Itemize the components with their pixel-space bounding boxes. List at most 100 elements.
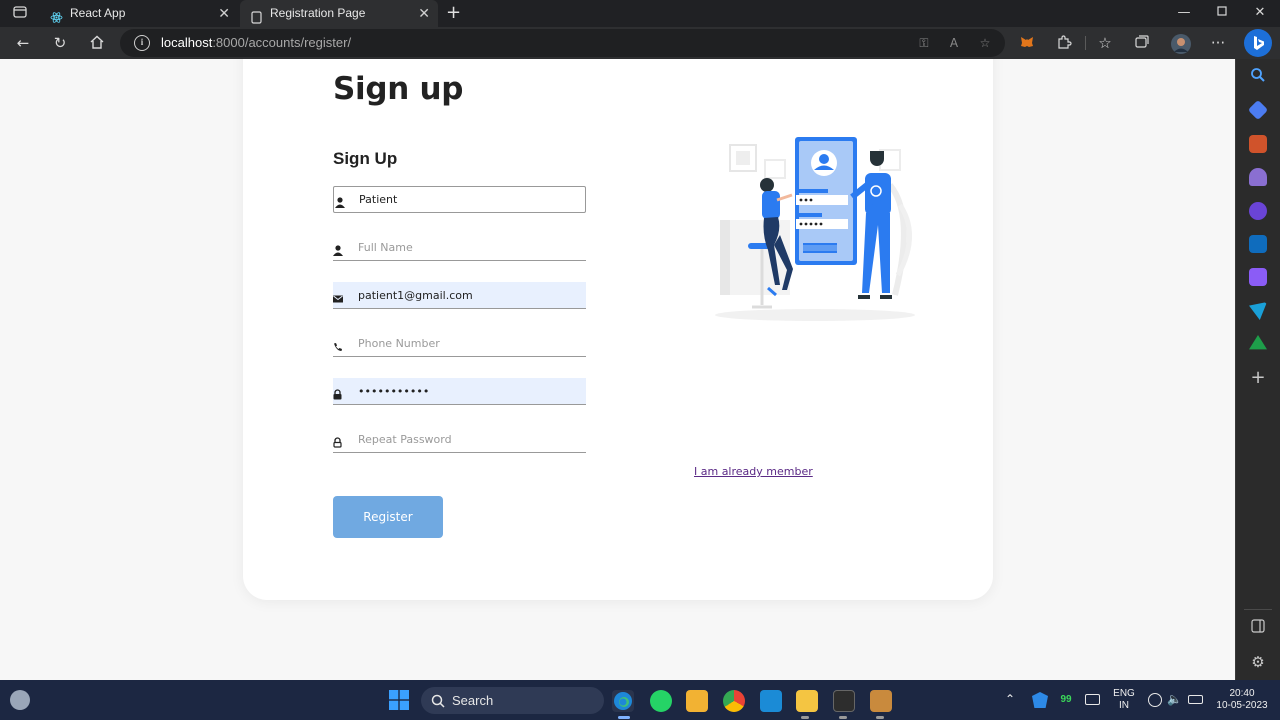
lock-icon <box>333 385 345 400</box>
folder-icon[interactable] <box>796 690 818 712</box>
tab-title: Registration Page <box>270 6 366 20</box>
form-title: Sign Up <box>333 149 398 168</box>
envelope-icon <box>333 289 345 303</box>
email-input[interactable] <box>358 282 578 308</box>
phone-field <box>333 330 586 357</box>
taskbar-search-label: Search <box>452 693 494 708</box>
url-path: :8000/accounts/register/ <box>212 35 352 50</box>
windows-taskbar: Search ⌃ 99 ENG IN 🔈 20:40 10-05-2023 <box>0 680 1280 720</box>
page-icon <box>250 7 263 24</box>
url-host: localhost <box>161 35 213 50</box>
react-logo-icon <box>50 7 63 23</box>
key-icon[interactable]: ⚿ <box>916 35 932 51</box>
language-indicator[interactable]: ENG IN <box>1110 688 1138 712</box>
microsoft-365-icon[interactable] <box>1249 202 1267 220</box>
register-button[interactable]: Register <box>333 496 443 538</box>
lock-outline-icon <box>333 433 345 448</box>
metamask-extension-icon[interactable] <box>1018 34 1036 52</box>
signup-illustration <box>690 125 940 325</box>
file-explorer-icon[interactable] <box>686 690 708 712</box>
outlook-icon[interactable] <box>1249 235 1267 253</box>
address-bar[interactable]: i localhost:8000/accounts/register/ ⚿ A … <box>120 29 1005 57</box>
profile-avatar[interactable] <box>1171 34 1191 54</box>
minimize-icon[interactable]: — <box>1176 5 1192 21</box>
hide-sidebar-icon[interactable] <box>1249 619 1267 637</box>
games-icon[interactable] <box>1249 168 1267 186</box>
password-field <box>333 378 586 405</box>
read-aloud-icon[interactable]: A <box>946 35 962 51</box>
running-app-indicator <box>801 716 809 719</box>
tab-title: React App <box>70 6 126 20</box>
close-tab-icon[interactable]: ✕ <box>218 0 230 27</box>
url-text: localhost:8000/accounts/register/ <box>161 29 351 57</box>
close-window-icon[interactable]: ✕ <box>1252 5 1268 21</box>
tree-icon[interactable] <box>1249 335 1267 350</box>
page-title: Sign up <box>333 71 464 107</box>
edge-sidebar: + ⚙ <box>1235 59 1280 680</box>
package-icon[interactable] <box>870 690 892 712</box>
tray-badge[interactable]: 99 <box>1058 694 1074 706</box>
phone-input[interactable] <box>358 330 578 356</box>
edge-app-icon[interactable] <box>612 690 634 712</box>
role-select-value: Patient <box>359 193 398 206</box>
add-icon[interactable]: + <box>1249 369 1267 387</box>
browser-toolbar: ← ↻ i localhost:8000/accounts/register/ … <box>0 27 1280 59</box>
role-select[interactable]: Patient <box>333 186 586 213</box>
network-globe-icon[interactable] <box>1148 693 1162 707</box>
windows-start-icon[interactable] <box>389 690 409 710</box>
full-name-field <box>333 234 586 261</box>
defender-shield-icon[interactable] <box>1032 692 1048 708</box>
maximize-icon[interactable] <box>1214 5 1230 21</box>
back-icon[interactable]: ← <box>14 34 32 52</box>
tab-react-app[interactable]: React App ✕ <box>40 0 238 27</box>
language-code: ENG <box>1113 688 1135 699</box>
terminal-icon[interactable] <box>833 690 855 712</box>
site-info-icon[interactable]: i <box>134 35 150 51</box>
more-options-icon[interactable]: ··· <box>1209 34 1227 52</box>
settings-gear-icon[interactable]: ⚙ <box>1249 653 1267 671</box>
toolbar-divider <box>1085 36 1086 50</box>
clock[interactable]: 20:40 10-05-2023 <box>1212 688 1272 712</box>
tab-actions-icon[interactable] <box>12 5 28 21</box>
home-icon[interactable] <box>88 34 106 52</box>
refresh-icon[interactable]: ↻ <box>51 34 69 52</box>
full-name-input[interactable] <box>358 234 578 260</box>
shopping-tag-icon[interactable] <box>1247 99 1269 121</box>
designer-icon[interactable] <box>1249 268 1267 286</box>
person-icon <box>335 193 347 208</box>
search-icon[interactable] <box>1249 67 1267 85</box>
active-app-indicator <box>618 716 630 719</box>
new-tab-icon[interactable]: + <box>446 4 462 22</box>
person-icon <box>333 241 345 256</box>
browser-tab-bar: React App ✕ Registration Page ✕ + — ✕ <box>0 0 1280 27</box>
password-input[interactable] <box>358 378 578 404</box>
tools-briefcase-icon[interactable] <box>1249 135 1267 153</box>
repeat-password-field <box>333 426 586 453</box>
page-viewport: Sign up Sign Up Patient Full Name patien… <box>0 59 1235 680</box>
extensions-icon[interactable] <box>1055 34 1073 52</box>
taskbar-search[interactable]: Search <box>421 687 604 714</box>
weather-icon[interactable] <box>10 690 30 710</box>
keyboard-icon[interactable] <box>1085 694 1100 705</box>
sidebar-divider <box>1244 609 1272 610</box>
close-tab-icon[interactable]: ✕ <box>418 0 430 27</box>
chrome-icon[interactable] <box>723 690 745 712</box>
running-app-indicator <box>876 716 884 719</box>
already-member-link[interactable]: I am already member <box>694 465 813 478</box>
tab-registration-page[interactable]: Registration Page ✕ <box>240 0 438 27</box>
clock-time: 20:40 <box>1229 688 1255 699</box>
running-app-indicator <box>839 716 847 719</box>
phone-icon <box>333 337 345 351</box>
volume-icon[interactable]: 🔈 <box>1167 693 1182 705</box>
favorites-icon[interactable]: ☆ <box>1096 34 1114 52</box>
repeat-password-input[interactable] <box>358 426 578 452</box>
send-icon[interactable] <box>1249 302 1267 320</box>
add-favorite-icon[interactable]: ☆ <box>977 35 993 51</box>
show-hidden-icons-chevron-icon[interactable]: ⌃ <box>1005 693 1015 705</box>
whatsapp-icon[interactable] <box>650 690 672 712</box>
region-code: IN <box>1119 700 1129 711</box>
collections-icon[interactable] <box>1133 34 1151 52</box>
battery-icon[interactable] <box>1188 695 1203 704</box>
bing-chat-icon[interactable] <box>1244 29 1272 57</box>
mail-icon[interactable] <box>760 690 782 712</box>
